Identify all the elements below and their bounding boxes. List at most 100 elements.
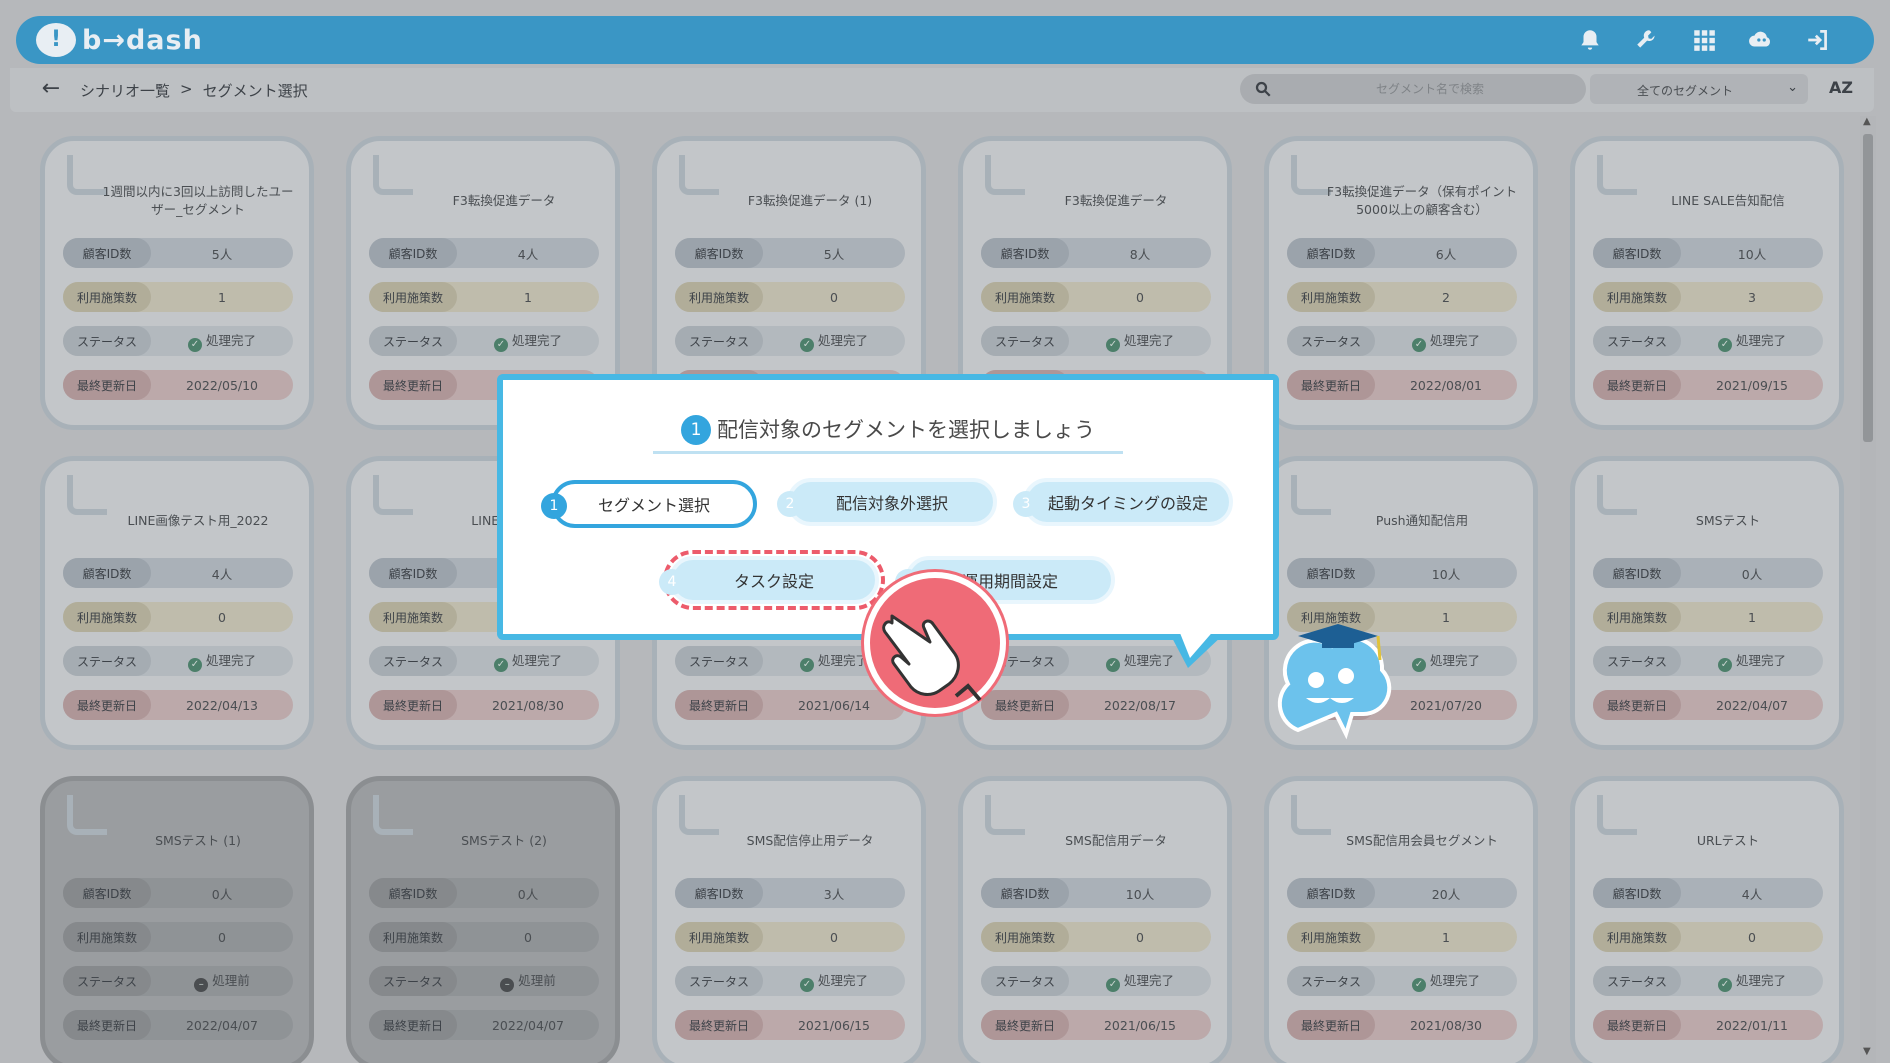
segment-title: LINE画像テスト用_2022 [127,513,269,528]
segment-card[interactable]: SMSテスト (1) 顧客ID数 0人 利用施策数 0 ステータス – 処理前 最終更新日 202… [40,776,314,1063]
chevron-down-icon: ⌄ [1787,80,1798,95]
segment-card[interactable]: 1週間以内に3回以上訪問したユーザー_セグメント 顧客ID数 5人 利用施策数 1 ステー… [40,136,314,430]
status-value: – 処理前 [457,970,599,992]
search-input[interactable] [1290,74,1570,104]
tutorial-heading: 1 配信対象のセグメントを選択しましょう [653,414,1123,454]
row-label: 利用施策数 [1287,282,1375,312]
support-cloud-icon[interactable] [1745,25,1777,55]
back-arrow-icon[interactable]: ← [38,76,64,101]
segment-title: 1週間以内に3回以上訪問したユーザー_セグメント [102,184,294,217]
segment-card[interactable]: SMS配信用データ 顧客ID数 10人 利用施策数 0 ステータス ✓ 処理完了 最終更新日 20… [958,776,1232,1063]
search-box [1240,74,1586,104]
check-circle-icon: ✓ [187,658,202,672]
updated-date-row: 最終更新日 2021/06/15 [675,1010,905,1040]
tutorial-step-3[interactable]: 3 起動タイミングの設定 [1013,478,1233,526]
status-text: 処理前 [212,973,250,988]
check-circle-icon: ✓ [1105,338,1120,352]
scroll-down-icon[interactable]: ▼ [1863,1046,1871,1057]
row-label: 顧客ID数 [369,878,457,908]
search-icon [1255,81,1271,97]
updated-date-row: 最終更新日 2021/09/15 [1593,370,1823,400]
row-label: 顧客ID数 [981,238,1069,268]
row-label: 利用施策数 [981,922,1069,952]
status-text: 処理完了 [1429,973,1480,988]
step-number-badge: 1 [681,415,711,445]
row-label: 顧客ID数 [1287,558,1375,588]
usage-count-row: 利用施策数 1 [1287,922,1517,952]
scroll-up-icon[interactable]: ▲ [1863,116,1871,127]
segment-title: SMSテスト (1) [155,833,241,848]
updated-date-row: 最終更新日 2021/08/30 [369,690,599,720]
logout-icon[interactable] [1802,25,1834,55]
usage-count: 0 [830,289,838,305]
row-label: 顧客ID数 [675,878,763,908]
breadcrumb-separator: > [180,80,193,98]
row-label: 利用施策数 [1593,922,1681,952]
status-text: 処理完了 [205,333,256,348]
row-label: 顧客ID数 [63,238,151,268]
updated-date-row: 最終更新日 2022/01/11 [1593,1010,1823,1040]
wrench-icon[interactable] [1631,25,1663,55]
check-circle-icon: ✓ [187,338,202,352]
status-text: 処理完了 [511,333,562,348]
updated-date: 2022/05/10 [185,377,259,393]
row-label: 利用施策数 [63,282,151,312]
row-label: 最終更新日 [1287,1010,1375,1040]
tutorial-step-1[interactable]: 1 セグメント選択 [541,480,757,528]
segment-card[interactable]: SMSテスト 顧客ID数 0人 利用施策数 1 ステータス ✓ 処理完了 最終更新日 2022/0… [1570,456,1844,750]
usage-count: 1 [524,289,532,305]
sort-az-button[interactable]: AZ [1829,78,1853,97]
segment-title: SMSテスト [1695,513,1761,528]
segment-card[interactable]: SMS配信停止用データ 顧客ID数 3人 利用施策数 0 ステータス ✓ 処理完了 最終更新日 2… [652,776,926,1063]
row-label: ステータス [1287,966,1375,996]
status-row: ステータス✓処理完了 [1593,966,1823,996]
row-label: 最終更新日 [1593,690,1681,720]
updated-date-row: 最終更新日 2021/08/30 [1287,1010,1517,1040]
row-label: ステータス [981,966,1069,996]
row-label: 顧客ID数 [981,878,1069,908]
status-value: ✓ 処理完了 [763,970,905,992]
scrollbar[interactable]: ▲ ▼ [1860,116,1876,1063]
tutorial-step-4[interactable]: 4 タスク設定 [659,550,885,610]
segment-filter-select[interactable]: 全てのセグメント ⌄ [1590,74,1808,104]
row-label: 最終更新日 [1593,370,1681,400]
usage-count: 1 [1442,929,1450,945]
customer-id-count: 5人 [211,246,233,262]
status-row: ステータス✓処理完了 [1593,646,1823,676]
scrollbar-thumb[interactable] [1863,134,1873,442]
bell-icon[interactable] [1574,25,1606,55]
status-value: ✓ 処理完了 [1375,330,1517,352]
logo[interactable]: ! b→dash [36,23,203,57]
segment-card[interactable]: F3転換促進データ（保有ポイント5000以上の顧客含む） 顧客ID数 6人 利用施策数… [1264,136,1538,430]
segment-card[interactable]: LINE画像テスト用_2022 顧客ID数 4人 利用施策数 0 ステータス ✓ 処理完了 最終… [40,456,314,750]
customer-id-count: 5人 [823,246,845,262]
usage-count-row: 利用施策数 0 [675,922,905,952]
breadcrumb-scenario-list[interactable]: シナリオ一覧 [80,80,170,101]
segment-card[interactable]: SMSテスト (2) 顧客ID数 0人 利用施策数 0 ステータス – 処理前 最終更新日 202… [346,776,620,1063]
status-row: ステータス✓処理完了 [1287,966,1517,996]
segment-title: SMS配信用会員セグメント [1346,833,1498,848]
row-label: ステータス [63,646,151,676]
segment-card[interactable]: LINE SALE告知配信 顧客ID数 10人 利用施策数 3 ステータス ✓ 処理完了 最終更… [1570,136,1844,430]
status-value: ✓ 処理完了 [151,650,293,672]
status-value: ✓ 処理完了 [1681,970,1823,992]
status-row: ステータス✓処理完了 [63,646,293,676]
segment-title: SMS配信停止用データ [746,833,874,848]
customer-id-count-row: 顧客ID数 0人 [369,878,599,908]
tutorial-step-2[interactable]: 2 配信対象外選択 [777,478,997,526]
updated-date-row: 最終更新日 2022/08/01 [1287,370,1517,400]
row-label: 利用施策数 [1287,922,1375,952]
row-label: ステータス [63,966,151,996]
segment-card[interactable]: URLテスト 顧客ID数 4人 利用施策数 0 ステータス ✓ 処理完了 最終更新日 2022/0… [1570,776,1844,1063]
row-label: 利用施策数 [369,922,457,952]
status-text: 処理完了 [817,333,868,348]
segment-card[interactable]: SMS配信用会員セグメント 顧客ID数 20人 利用施策数 1 ステータス ✓ 処理完了 最終更… [1264,776,1538,1063]
row-label: 利用施策数 [63,602,151,632]
status-text: 処理完了 [817,973,868,988]
apps-grid-icon[interactable] [1688,25,1720,55]
status-row: ステータス✓処理完了 [1287,326,1517,356]
segment-title: F3転換促進データ [452,193,556,208]
status-value: ✓ 処理完了 [151,330,293,352]
row-label: 顧客ID数 [1593,878,1681,908]
updated-date: 2022/04/07 [491,1017,565,1033]
